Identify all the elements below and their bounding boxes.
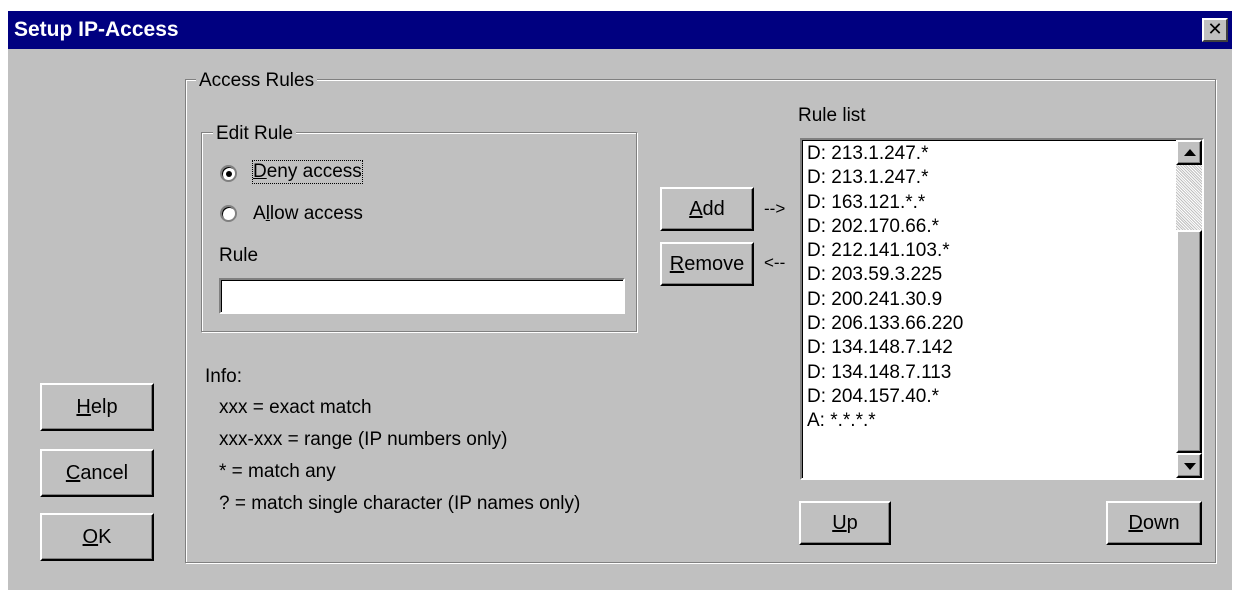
info-line: * = match any bbox=[219, 461, 336, 482]
rule-list-item[interactable]: D: 202.170.66.* bbox=[807, 215, 963, 239]
rule-list-item[interactable]: D: 212.141.103.* bbox=[807, 239, 963, 263]
title-bar[interactable]: Setup IP-Access ✕ bbox=[8, 11, 1232, 49]
ok-button-label: OK bbox=[82, 525, 112, 548]
remove-arrow: <-- bbox=[764, 253, 786, 272]
rule-list-item[interactable]: D: 213.1.247.* bbox=[807, 142, 963, 166]
close-icon: ✕ bbox=[1207, 19, 1223, 39]
rule-list-item[interactable]: D: 134.148.7.142 bbox=[807, 336, 963, 360]
up-button-label: Up bbox=[832, 511, 858, 534]
remove-button-label: Remove bbox=[669, 252, 745, 275]
down-button-label: Down bbox=[1128, 511, 1180, 534]
rule-input[interactable] bbox=[219, 278, 625, 314]
down-button[interactable]: Down bbox=[1106, 501, 1202, 545]
arrow-up-icon bbox=[1184, 149, 1196, 156]
scroll-thumb[interactable] bbox=[1176, 230, 1202, 453]
setup-ip-access-dialog: Setup IP-Access ✕ Help Cancel OK Access … bbox=[8, 11, 1232, 590]
rule-label: Rule bbox=[219, 245, 259, 266]
rule-list-item[interactable]: D: 206.133.66.220 bbox=[807, 312, 963, 336]
window-title: Setup IP-Access bbox=[14, 18, 179, 41]
rule-list-item[interactable]: D: 204.157.40.* bbox=[807, 385, 963, 409]
rule-list-item[interactable]: D: 213.1.247.* bbox=[807, 166, 963, 190]
info-line: ? = match single character (IP names onl… bbox=[219, 493, 581, 514]
allow-access-radio[interactable] bbox=[220, 205, 237, 222]
info-line: xxx = exact match bbox=[219, 397, 372, 418]
rule-list-label: Rule list bbox=[798, 105, 866, 126]
ok-button[interactable]: OK bbox=[40, 513, 154, 561]
remove-button[interactable]: Remove bbox=[660, 242, 754, 286]
arrow-down-icon bbox=[1184, 463, 1196, 470]
add-arrow: --> bbox=[764, 199, 786, 218]
close-button[interactable]: ✕ bbox=[1202, 18, 1228, 42]
info-line: xxx-xxx = range (IP numbers only) bbox=[219, 429, 508, 450]
deny-access-radio[interactable] bbox=[220, 165, 237, 182]
up-button[interactable]: Up bbox=[799, 501, 891, 545]
rule-list-item[interactable]: A: *.*.*.* bbox=[807, 409, 963, 433]
vertical-scrollbar[interactable] bbox=[1176, 140, 1202, 478]
scroll-down-button[interactable] bbox=[1176, 453, 1202, 478]
help-button[interactable]: Help bbox=[40, 383, 154, 431]
cancel-button[interactable]: Cancel bbox=[40, 449, 154, 497]
help-button-label: Help bbox=[76, 395, 118, 418]
allow-access-label[interactable]: Allow access bbox=[253, 203, 363, 225]
rule-list-item[interactable]: D: 163.121.*.* bbox=[807, 191, 963, 215]
rule-list-item[interactable]: D: 134.148.7.113 bbox=[807, 361, 963, 385]
rule-listbox[interactable]: D: 213.1.247.* D: 213.1.247.* D: 163.121.*… bbox=[800, 138, 1204, 480]
cancel-button-label: Cancel bbox=[65, 461, 129, 484]
scroll-up-button[interactable] bbox=[1176, 140, 1202, 165]
add-button-label: Add bbox=[689, 197, 725, 220]
rule-list-items: D: 213.1.247.* D: 213.1.247.* D: 163.121.*… bbox=[807, 142, 963, 434]
access-rules-label: Access Rules bbox=[196, 70, 318, 92]
rule-list-item[interactable]: D: 200.241.30.9 bbox=[807, 288, 963, 312]
edit-rule-label: Edit Rule bbox=[213, 123, 297, 145]
add-button[interactable]: Add bbox=[660, 187, 754, 231]
info-title: Info: bbox=[205, 366, 242, 387]
deny-access-label[interactable]: Deny access bbox=[252, 160, 363, 184]
rule-list-item[interactable]: D: 203.59.3.225 bbox=[807, 263, 963, 287]
